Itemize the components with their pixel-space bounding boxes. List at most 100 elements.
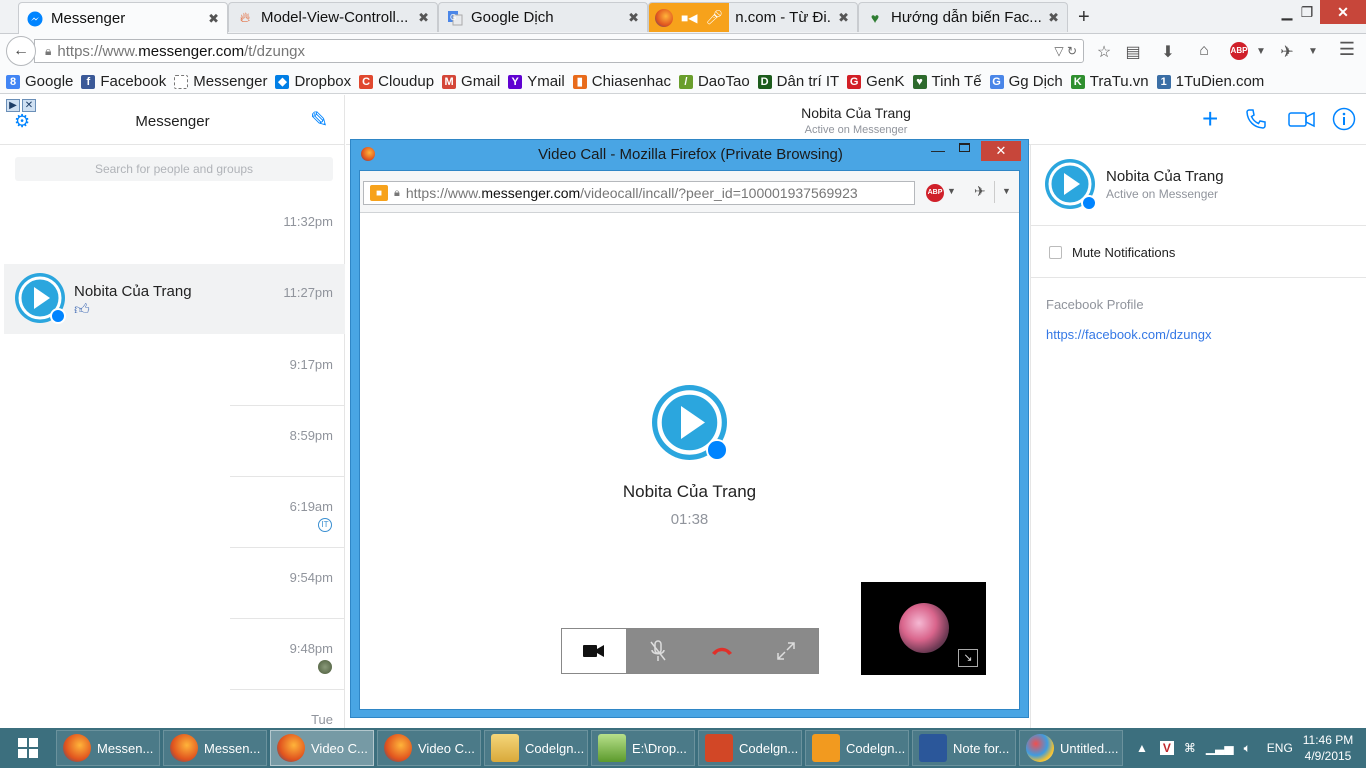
- adblock-icon[interactable]: ABP: [926, 184, 944, 202]
- bookmark-item[interactable]: f Facebook: [81, 73, 166, 90]
- bookmark-item[interactable]: M Gmail: [442, 73, 500, 90]
- conversation-item[interactable]: 9:48pm: [0, 619, 345, 690]
- dropdown-arrow-icon[interactable]: ▼: [1002, 186, 1011, 196]
- taskbar-item[interactable]: E:\Drop...: [591, 730, 695, 766]
- tab-mvc[interactable]: 🔥︎ Model-View-Controll... ✖: [228, 2, 438, 32]
- bookmark-item[interactable]: 8 Google: [6, 73, 73, 90]
- taskbar-item[interactable]: Codelgn...: [484, 730, 588, 766]
- tab-google-dich[interactable]: G Google Dịch ✖: [438, 2, 648, 32]
- taskbar-item[interactable]: Codelgn...: [805, 730, 909, 766]
- taskbar-item[interactable]: Video C...: [270, 730, 374, 766]
- conversation-item[interactable]: 8:59pm: [0, 406, 345, 477]
- bookmark-item[interactable]: G Gg Dịch: [989, 73, 1063, 90]
- add-icon[interactable]: +: [1202, 103, 1218, 135]
- video-camera-icon[interactable]: [1288, 107, 1316, 137]
- bookmark-item[interactable]: Messenger: [174, 73, 267, 90]
- start-button[interactable]: [8, 734, 48, 762]
- bookmark-label: Cloudup: [378, 73, 435, 90]
- end-call-button[interactable]: [690, 629, 754, 673]
- taskbar-item-label: E:\Drop...: [632, 740, 687, 756]
- close-window-button[interactable]: ✕: [1320, 0, 1366, 24]
- self-video-preview[interactable]: ↘: [861, 582, 986, 675]
- popup-url-scheme: https://www.: [405, 185, 482, 201]
- bookmark-item[interactable]: ♥ Tinh Tế: [912, 73, 982, 90]
- dropdown-arrow-icon[interactable]: ▼: [1302, 46, 1324, 57]
- adblock-icon[interactable]: ABP: [1230, 42, 1248, 60]
- bookmark-item[interactable]: Y Ymail: [508, 73, 565, 90]
- download-icon[interactable]: ⬇: [1157, 42, 1179, 62]
- restore-button[interactable]: ❐: [1298, 0, 1316, 24]
- taskbar-item[interactable]: Video C...: [377, 730, 481, 766]
- taskbar-item[interactable]: Codelgn...: [698, 730, 802, 766]
- compose-icon[interactable]: ✎: [310, 107, 328, 133]
- taskbar-item[interactable]: Untitled....: [1019, 730, 1123, 766]
- hang-up-icon: [712, 647, 732, 655]
- popup-maximize-button[interactable]: [959, 143, 970, 152]
- tab-title: n.com - Từ Đi...: [735, 9, 833, 26]
- bookmark-item[interactable]: ▮ Chiasenhac: [572, 73, 671, 90]
- tab-close-icon[interactable]: ✖: [418, 10, 429, 26]
- phone-icon[interactable]: [1244, 107, 1268, 137]
- minimize-button[interactable]: ▁: [1278, 0, 1296, 24]
- taskbar-item[interactable]: Note for...: [912, 730, 1016, 766]
- bookmark-item[interactable]: 1 1TuDien.com: [1156, 73, 1264, 90]
- bookmark-star-icon[interactable]: ☆: [1093, 42, 1115, 62]
- taskbar-item[interactable]: Messen...: [163, 730, 267, 766]
- bookmark-favicon-icon: [174, 74, 189, 89]
- url-bar[interactable]: 🔒︎ https://www. messenger.com/t/dzungx ▽ …: [34, 39, 1084, 63]
- show-hidden-icons[interactable]: ▲: [1136, 741, 1148, 755]
- search-input[interactable]: Search for people and groups: [15, 157, 333, 181]
- dropdown-arrow-icon[interactable]: ▼: [1250, 46, 1272, 57]
- toggle-video-button[interactable]: [562, 629, 626, 673]
- conversation-item[interactable]: Tue: [0, 690, 345, 728]
- sharing-indicator[interactable]: ■◀ 🎤︎: [649, 3, 730, 32]
- popup-minimize-button[interactable]: —: [931, 142, 945, 158]
- bookmark-item[interactable]: ◆ Dropbox: [275, 73, 351, 90]
- facebook-profile-link[interactable]: https://facebook.com/dzungx: [1046, 327, 1211, 342]
- popup-url-bar[interactable]: ■ 🔒︎ https://www. messenger.com/videocall…: [363, 181, 915, 205]
- conversation-item[interactable]: 9:54pm: [0, 548, 345, 619]
- back-button[interactable]: ←: [6, 36, 36, 66]
- info-icon[interactable]: [1332, 107, 1356, 137]
- camera-sharing-icon[interactable]: ■: [370, 185, 388, 201]
- extension-icon[interactable]: ✈: [974, 183, 986, 200]
- tab-close-icon[interactable]: ✖: [838, 10, 849, 26]
- bookmark-item[interactable]: K TraTu.vn: [1070, 73, 1149, 90]
- taskbar-item[interactable]: Messen...: [56, 730, 160, 766]
- bookmark-label: Dân trí IT: [776, 73, 840, 90]
- antivirus-icon[interactable]: V: [1159, 741, 1174, 755]
- bookmark-item[interactable]: G GenK: [847, 73, 905, 90]
- usb-icon[interactable]: ⌘: [1184, 741, 1196, 755]
- tab-huong-dan[interactable]: ♥ Hướng dẫn biến Fac... ✖: [858, 2, 1068, 32]
- tab-close-icon[interactable]: ✖: [208, 11, 219, 27]
- conversation-item[interactable]: 9:17pm: [0, 335, 345, 406]
- language-indicator[interactable]: ENG: [1267, 741, 1293, 755]
- home-icon[interactable]: ⌂: [1193, 42, 1215, 60]
- volume-icon[interactable]: 🔈︎: [1244, 741, 1251, 756]
- bookmark-item[interactable]: C Cloudup: [359, 73, 434, 90]
- bookmark-item[interactable]: D Dân trí IT: [757, 73, 840, 90]
- conversation-item[interactable]: 6:19am IT: [0, 477, 345, 548]
- toggle-microphone-button[interactable]: [626, 629, 690, 673]
- popup-close-button[interactable]: ✕: [981, 141, 1021, 161]
- minimize-preview-icon[interactable]: ↘: [958, 649, 978, 667]
- divider: [1031, 277, 1366, 278]
- dropdown-arrow-icon[interactable]: ▼: [947, 186, 956, 196]
- new-tab-button[interactable]: +: [1078, 6, 1090, 29]
- reload-icon[interactable]: ▽ ↻: [1054, 44, 1077, 58]
- extension-icon[interactable]: ✈: [1276, 42, 1298, 62]
- bookmark-item[interactable]: / DaoTao: [678, 73, 750, 90]
- conversation-list-pane: ▶ ✕ ⚙ Messenger ✎ Search for people and g…: [0, 95, 345, 728]
- tab-close-icon[interactable]: ✖: [1048, 10, 1059, 26]
- conversation-item-selected[interactable]: Nobita Của Trang 👍︎ 11:27pm: [4, 264, 345, 334]
- tab-tudien[interactable]: ■◀ 🎤︎ n.com - Từ Đi... ✖: [648, 2, 858, 32]
- fullscreen-button[interactable]: [754, 629, 818, 673]
- tab-messenger[interactable]: Messenger ✖: [18, 2, 228, 34]
- reading-list-icon[interactable]: ▤: [1122, 42, 1144, 62]
- menu-icon[interactable]: ☰: [1336, 39, 1358, 60]
- mute-checkbox[interactable]: [1049, 246, 1062, 259]
- network-icon[interactable]: ▁▃▅: [1206, 741, 1234, 755]
- tab-close-icon[interactable]: ✖: [628, 10, 639, 26]
- conversation-item[interactable]: 11:32pm: [0, 195, 345, 265]
- clock[interactable]: 11:46 PM 4/9/2015: [1296, 732, 1360, 764]
